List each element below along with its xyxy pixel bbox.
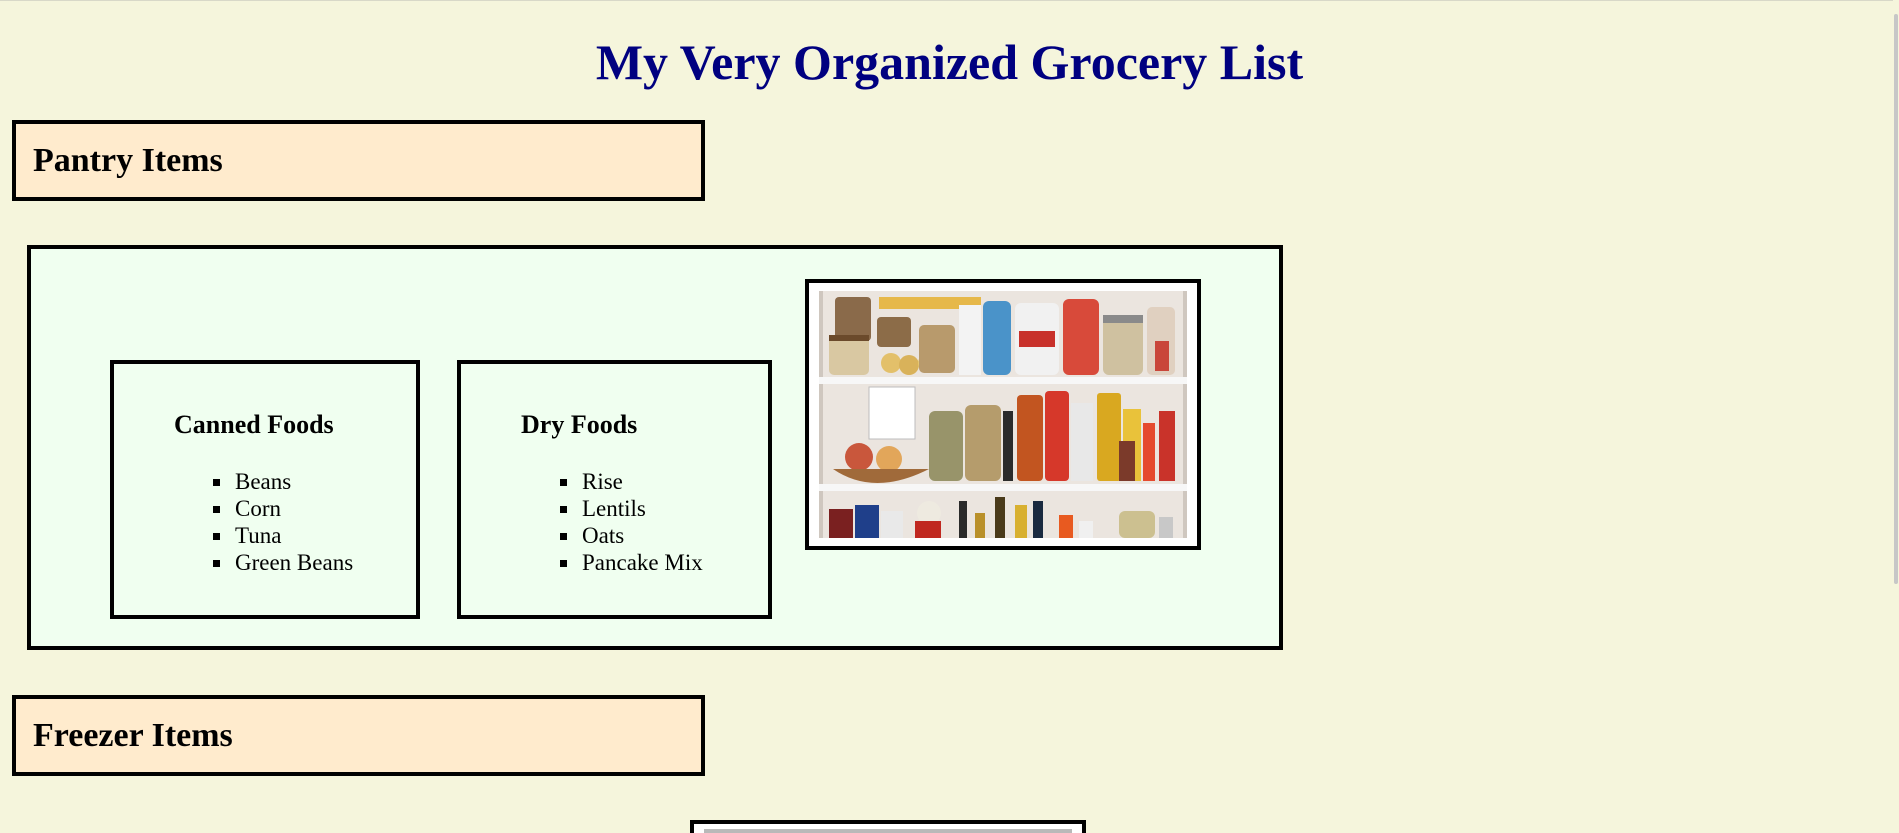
list-item: Green Beans <box>213 549 353 576</box>
scrollbar-thumb[interactable] <box>1894 14 1898 584</box>
pantry-box: Canned Foods Beans Corn Tuna Green Beans… <box>27 245 1283 650</box>
list-item: Rise <box>560 468 703 495</box>
list-item: Oats <box>560 522 703 549</box>
pantry-heading: Pantry Items <box>33 142 223 179</box>
list-item: Lentils <box>560 495 703 522</box>
pantry-section-header: Pantry Items <box>12 120 705 201</box>
top-border <box>0 0 1899 1</box>
freezer-image-top <box>704 829 1072 833</box>
freezer-photo <box>690 820 1086 833</box>
pantry-shelves-image <box>819 291 1187 538</box>
list-item: Tuna <box>213 522 353 549</box>
page: My Very Organized Grocery List Pantry It… <box>0 0 1899 833</box>
canned-foods-list: Beans Corn Tuna Green Beans <box>213 468 353 576</box>
list-item: Corn <box>213 495 353 522</box>
dry-foods-box: Dry Foods Rise Lentils Oats Pancake Mix <box>457 360 772 619</box>
dry-foods-list: Rise Lentils Oats Pancake Mix <box>560 468 703 576</box>
freezer-section-header: Freezer Items <box>12 695 705 776</box>
pantry-photo <box>805 279 1201 550</box>
list-item: Beans <box>213 468 353 495</box>
dry-foods-title: Dry Foods <box>521 410 638 439</box>
canned-foods-title: Canned Foods <box>174 410 334 439</box>
pantry-shelves-illustration <box>819 291 1187 538</box>
canned-foods-box: Canned Foods Beans Corn Tuna Green Beans <box>110 360 420 619</box>
vertical-scrollbar[interactable] <box>1893 0 1899 833</box>
freezer-heading: Freezer Items <box>33 717 233 754</box>
page-title: My Very Organized Grocery List <box>595 34 1304 90</box>
list-item: Pancake Mix <box>560 549 703 576</box>
